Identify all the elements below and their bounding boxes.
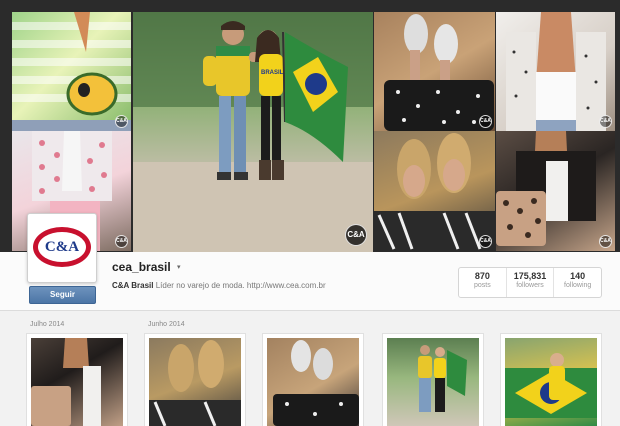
chevron-down-icon[interactable]: ▾	[177, 263, 181, 271]
cover-photo-5-image	[374, 133, 495, 251]
post-photo	[505, 338, 597, 426]
feed-post[interactable]	[500, 333, 602, 426]
cover-photo-3-image: BRASIL	[133, 12, 373, 252]
watermark-logo: C&A	[115, 235, 128, 248]
watermark-logo: C&A	[599, 115, 612, 128]
post-photo-image	[418, 345, 467, 412]
stat-posts[interactable]: 870 posts	[459, 268, 507, 297]
stat-value: 140	[570, 271, 586, 281]
watermark-logo: C&A	[479, 115, 492, 128]
post-photo	[267, 338, 359, 426]
cover-photo-3[interactable]: BRASIL C&A	[133, 12, 373, 252]
watermark-logo: C&A	[115, 115, 128, 128]
feed-post[interactable]	[26, 333, 128, 426]
cover-photo-7[interactable]: C&A	[496, 131, 615, 251]
post-photo	[149, 338, 241, 426]
stat-label: posts	[473, 282, 491, 289]
feed-post[interactable]	[262, 333, 364, 426]
cover-photo-6[interactable]: C&A	[496, 12, 615, 131]
post-photo	[387, 338, 479, 426]
cover-photo-6-image	[506, 12, 606, 131]
cover-photo-7-image	[496, 131, 596, 246]
cover-photo-5[interactable]: C&A	[374, 131, 495, 251]
stat-following[interactable]: 140 following	[554, 268, 601, 297]
stat-value: 870	[474, 271, 490, 281]
cover-photo-1[interactable]: C&A	[12, 12, 131, 131]
avatar[interactable]: C&A	[27, 213, 97, 283]
watermark-logo: C&A	[479, 235, 492, 248]
cover-photo-4-image	[384, 14, 494, 131]
bio-name: C&A Brasil	[112, 281, 154, 290]
cover-photo-4[interactable]: C&A	[374, 12, 495, 131]
post-photo	[31, 338, 123, 426]
stat-label: followers	[516, 282, 544, 289]
post-photo-image	[505, 353, 597, 418]
feed-post[interactable]	[382, 333, 484, 426]
stat-value: 175,831	[513, 271, 547, 281]
post-photo-image	[149, 340, 241, 426]
post-photo-image	[31, 338, 101, 426]
cover-photo-1-image	[12, 12, 131, 131]
shirt-print: BRASIL	[261, 70, 284, 76]
bio-text: Líder no varejo de moda.	[155, 281, 245, 290]
post-photo-image	[273, 340, 359, 426]
profile-stats: 870 posts 175,831 followers 140 followin…	[458, 267, 602, 298]
month-heading: Junho 2014	[148, 321, 185, 328]
stat-followers[interactable]: 175,831 followers	[507, 268, 555, 297]
brand-logo: C&A	[33, 227, 91, 267]
profile-bio: C&A Brasil Líder no varejo de moda. http…	[112, 281, 326, 290]
feed-post[interactable]	[144, 333, 246, 426]
watermark-logo: C&A	[599, 235, 612, 248]
stat-label: following	[564, 282, 592, 289]
brand-logo-text: C&A	[38, 232, 86, 262]
follow-button[interactable]: Seguir	[29, 286, 96, 304]
profile-username: cea_brasil	[112, 260, 171, 274]
bio-link[interactable]: http://www.cea.com.br	[247, 281, 326, 290]
month-heading: Julho 2014	[30, 321, 65, 328]
watermark-logo: C&A	[345, 224, 367, 246]
